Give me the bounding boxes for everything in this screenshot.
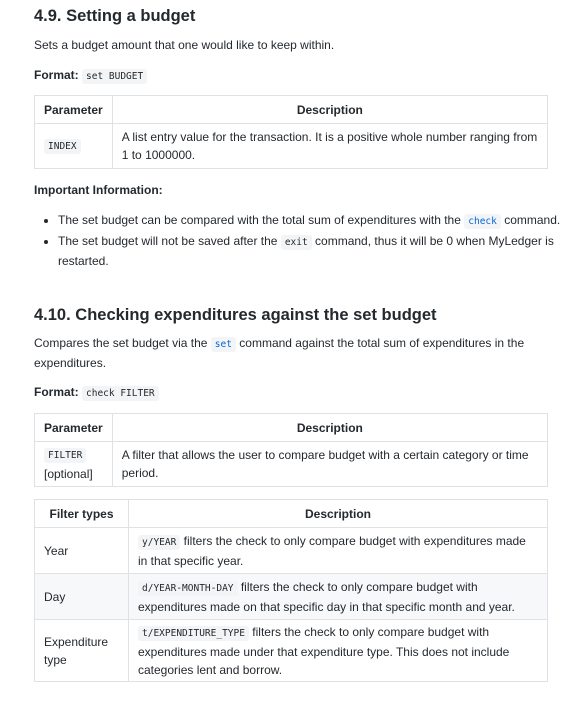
parameter-table: Parameter Description FILTER [optional] A f…: [34, 413, 549, 487]
bullet-text: command.: [500, 213, 561, 227]
exit-command-code: exit: [280, 235, 312, 250]
filter-code: d/YEAR-MONTH-DAY: [138, 580, 238, 596]
table-row: FILTER [optional] A filter that allows the…: [34, 441, 549, 487]
filter-type: Year: [34, 527, 129, 574]
important-info-list: The set budget can be compared with the …: [34, 211, 572, 272]
filter-type: Day: [34, 573, 129, 620]
section-intro: Compares the set budget via the set comm…: [34, 334, 548, 373]
param-optional-note: [optional]: [44, 467, 93, 481]
table-row: Expenditure type t/EXPENDITURE_TYPE filte…: [34, 619, 548, 682]
filter-code: y/YEAR: [138, 534, 181, 550]
format-code: check FILTER: [82, 386, 159, 401]
param-code: FILTER: [44, 448, 87, 463]
bullet-text: The set budget can be compared with the …: [58, 213, 465, 227]
table-row: Day d/YEAR-MONTH-DAY filters the check to…: [34, 573, 548, 620]
column-header: Description: [111, 95, 549, 124]
format-line: Format: check FILTER: [34, 383, 548, 403]
filter-type: Expenditure type: [34, 619, 129, 682]
column-header: Description: [128, 499, 548, 528]
column-header: Parameter: [34, 413, 113, 442]
filter-code: t/EXPENDITURE_TYPE: [138, 625, 249, 641]
column-header: Filter types: [34, 499, 129, 528]
column-header: Description: [111, 413, 549, 442]
intro-text: Compares the set budget via the: [34, 336, 211, 350]
format-label: Format:: [34, 385, 79, 399]
param-code: INDEX: [44, 139, 81, 154]
table-row: INDEX A list entry value for the transact…: [34, 123, 549, 169]
parameter-table: Parameter Description INDEX A list entry v…: [34, 95, 549, 169]
list-item: The set budget will not be saved after t…: [58, 232, 572, 271]
section-intro: Sets a budget amount that one would like…: [34, 38, 335, 52]
filter-description: filters the check to only compare budget…: [138, 533, 526, 568]
set-command-link[interactable]: set: [210, 337, 236, 352]
filter-types-table: Filter types Description Year y/YEAR filte…: [34, 499, 548, 682]
param-description: A filter that allows the user to compare…: [111, 441, 549, 487]
important-info-heading: Important Information:: [34, 181, 548, 200]
format-line: Format: set BUDGET: [34, 66, 548, 86]
bullet-text: The set budget will not be saved after t…: [58, 234, 281, 248]
column-header: Parameter: [34, 95, 113, 124]
format-label: Format:: [34, 68, 79, 82]
format-code: set BUDGET: [82, 69, 148, 84]
section-heading-setting-budget: 4.9. Setting a budget: [34, 7, 196, 25]
check-command-link[interactable]: check: [464, 214, 501, 229]
important-label: Important Information:: [34, 183, 163, 197]
table-row: Year y/YEAR filters the check to only com…: [34, 527, 548, 574]
section-heading-checking-expenditures: 4.10. Checking expenditures against the …: [34, 306, 437, 324]
list-item: The set budget can be compared with the …: [58, 211, 572, 231]
param-description: A list entry value for the transaction. …: [111, 123, 549, 169]
